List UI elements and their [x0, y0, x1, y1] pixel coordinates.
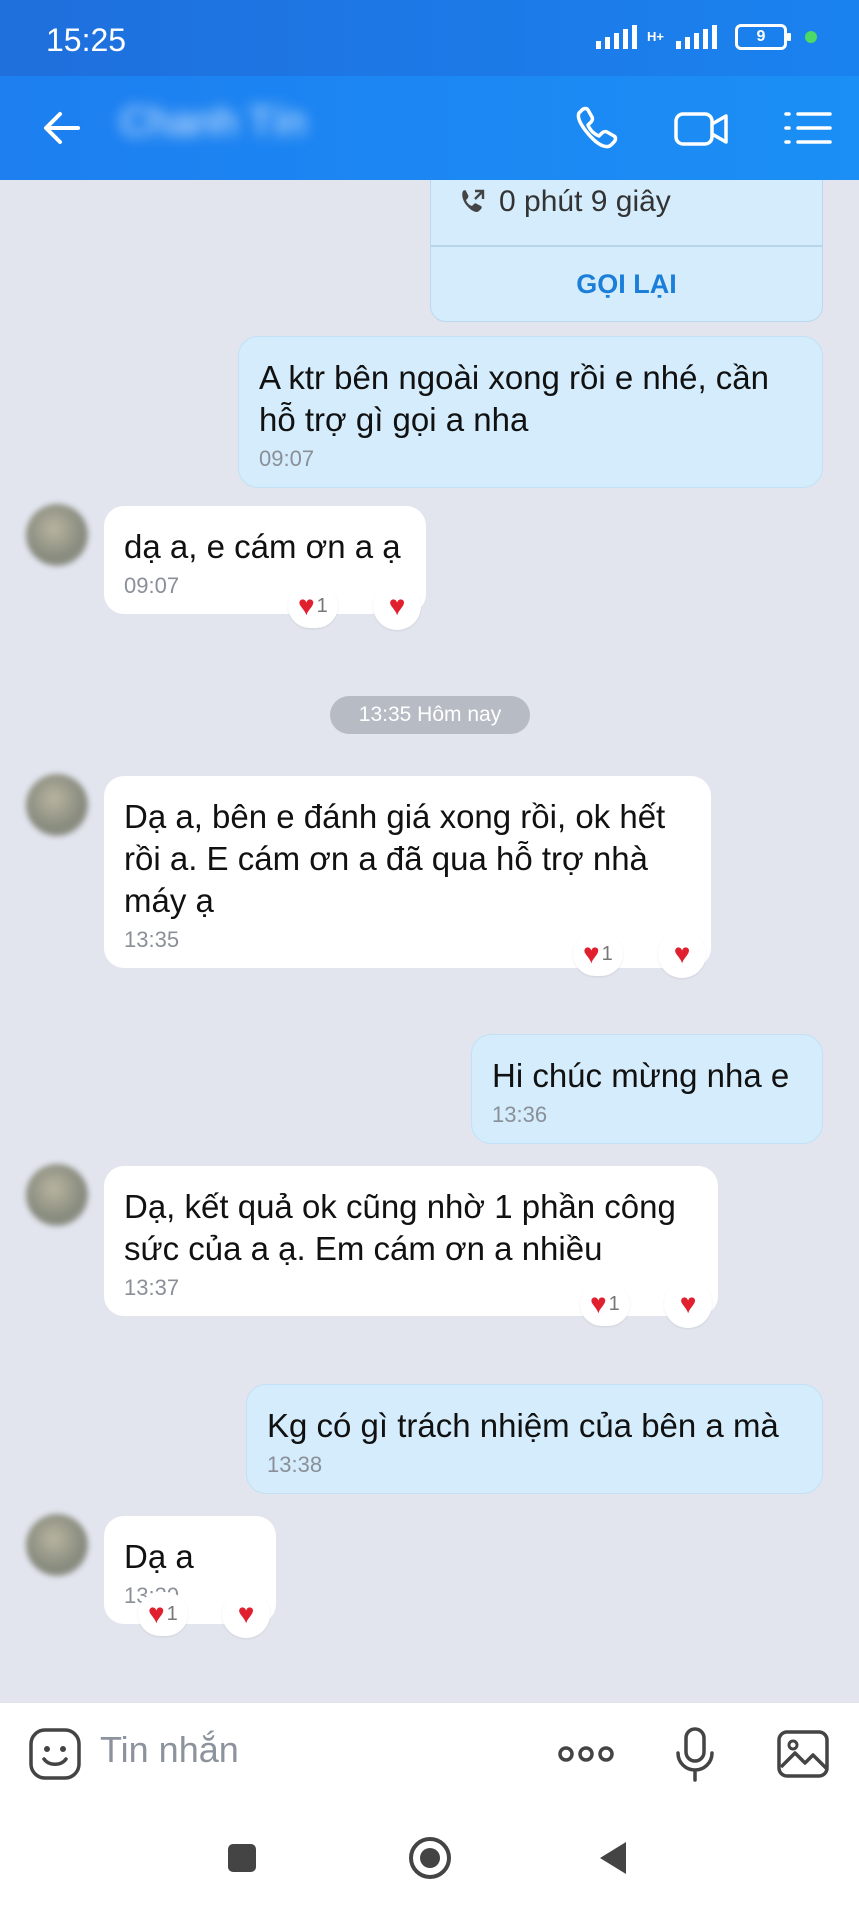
phone-icon — [576, 106, 618, 149]
message-text: dạ a, e cám ơn a ạ — [124, 528, 401, 565]
message-time: 13:38 — [267, 1452, 323, 1477]
signal-icon-2 — [676, 25, 717, 49]
reaction-summary[interactable]: ♥ 1 — [580, 1282, 630, 1326]
battery-level: 9 — [756, 28, 766, 45]
image-gallery-icon — [777, 1730, 829, 1778]
microphone-icon — [676, 1727, 714, 1782]
add-reaction-button[interactable]: ♥ — [658, 930, 706, 978]
reaction-summary[interactable]: ♥ 1 — [573, 932, 623, 976]
red-heart-icon: ♥ — [583, 938, 600, 969]
avatar[interactable] — [26, 1514, 88, 1576]
arrow-left-icon — [44, 112, 80, 144]
system-navigation-bar — [0, 1806, 859, 1908]
call-back-button[interactable]: GỌI LẠI — [431, 269, 822, 300]
voice-message-button[interactable] — [666, 1725, 724, 1783]
red-heart-icon: ♥ — [388, 590, 406, 621]
smiley-sticker-icon — [29, 1728, 81, 1780]
call-duration-text: 0 phút 9 giây — [499, 185, 671, 218]
chat-area[interactable]: 0 phút 9 giây GỌI LẠI A ktr bên ngoài xo… — [0, 180, 859, 1702]
avatar[interactable] — [26, 1164, 88, 1226]
voice-call-button[interactable] — [568, 100, 624, 156]
more-dots-icon — [558, 1746, 614, 1762]
status-time: 15:25 — [46, 22, 127, 58]
reaction-summary[interactable]: ♥ 1 — [138, 1592, 188, 1636]
red-heart-icon: ♥ — [148, 1598, 165, 1629]
message-time: 09:07 — [259, 446, 315, 471]
red-heart-icon: ♥ — [679, 1288, 697, 1319]
message-text: A ktr bên ngoài xong rồi e nhé, cần hỗ t… — [259, 359, 770, 438]
reaction-summary[interactable]: ♥ 1 — [288, 584, 338, 628]
add-reaction-button[interactable]: ♥ — [664, 1280, 712, 1328]
message-time: 13:36 — [492, 1102, 548, 1127]
message-bubble-outgoing[interactable]: A ktr bên ngoài xong rồi e nhé, cần hỗ t… — [238, 336, 823, 488]
chat-header: Chanh Tín — [0, 76, 859, 180]
outgoing-call-icon — [462, 189, 485, 212]
signal-icon — [596, 25, 638, 49]
battery-icon: 9 — [735, 24, 791, 50]
gallery-button[interactable] — [774, 1725, 832, 1783]
list-menu-icon — [784, 112, 832, 144]
reaction-count: 1 — [608, 1292, 620, 1315]
menu-button[interactable] — [780, 100, 836, 156]
call-duration: 0 phút 9 giây — [457, 185, 671, 219]
call-log-card: 0 phút 9 giây GỌI LẠI — [430, 180, 823, 322]
status-bar: 15:25 H+ 9 — [0, 0, 859, 76]
reaction-count: 1 — [166, 1602, 178, 1625]
back-nav-button[interactable] — [592, 1836, 636, 1880]
avatar[interactable] — [26, 504, 88, 566]
avatar[interactable] — [26, 774, 88, 836]
home-circle-icon — [409, 1837, 451, 1879]
message-bubble-incoming[interactable]: Dạ a, bên e đánh giá xong rồi, ok hết rồ… — [104, 776, 711, 968]
video-call-button[interactable] — [672, 100, 732, 156]
home-button[interactable] — [406, 1834, 454, 1882]
sticker-button[interactable] — [26, 1725, 84, 1783]
triangle-back-icon — [600, 1842, 626, 1874]
message-text: Dạ a, bên e đánh giá xong rồi, ok hết rồ… — [124, 798, 666, 919]
status-indicators: H+ 9 — [596, 24, 817, 50]
reaction-count: 1 — [316, 594, 328, 617]
red-heart-icon: ♥ — [673, 938, 691, 969]
message-bubble-outgoing[interactable]: Kg có gì trách nhiệm của bên a mà 13:38 — [246, 1384, 823, 1494]
message-composer: Tin nhắn — [0, 1702, 859, 1806]
video-camera-icon — [674, 112, 728, 146]
back-button[interactable] — [36, 102, 88, 154]
message-bubble-outgoing[interactable]: Hi chúc mừng nha e 13:36 — [471, 1034, 823, 1144]
message-time: 09:07 — [124, 573, 180, 598]
recent-apps-button[interactable] — [220, 1836, 264, 1880]
red-heart-icon: ♥ — [298, 590, 315, 621]
red-heart-icon: ♥ — [237, 1598, 255, 1629]
add-reaction-button[interactable]: ♥ — [373, 582, 421, 630]
message-text: Hi chúc mừng nha e — [492, 1057, 790, 1094]
message-input[interactable]: Tin nhắn — [100, 1729, 239, 1771]
divider — [431, 245, 822, 247]
more-options-button[interactable] — [554, 1725, 618, 1783]
reaction-count: 1 — [601, 942, 613, 965]
network-type: H+ — [647, 29, 664, 44]
message-text: Dạ a — [124, 1538, 194, 1575]
message-text: Kg có gì trách nhiệm của bên a mà — [267, 1407, 779, 1444]
add-reaction-button[interactable]: ♥ — [222, 1590, 270, 1638]
message-text: Dạ, kết quả ok cũng nhờ 1 phần công sức … — [124, 1188, 676, 1267]
red-heart-icon: ♥ — [590, 1288, 607, 1319]
square-icon — [228, 1844, 256, 1872]
date-separator: 13:35 Hôm nay — [330, 696, 530, 734]
privacy-indicator-icon — [805, 31, 817, 43]
contact-name[interactable]: Chanh Tín — [120, 100, 306, 145]
